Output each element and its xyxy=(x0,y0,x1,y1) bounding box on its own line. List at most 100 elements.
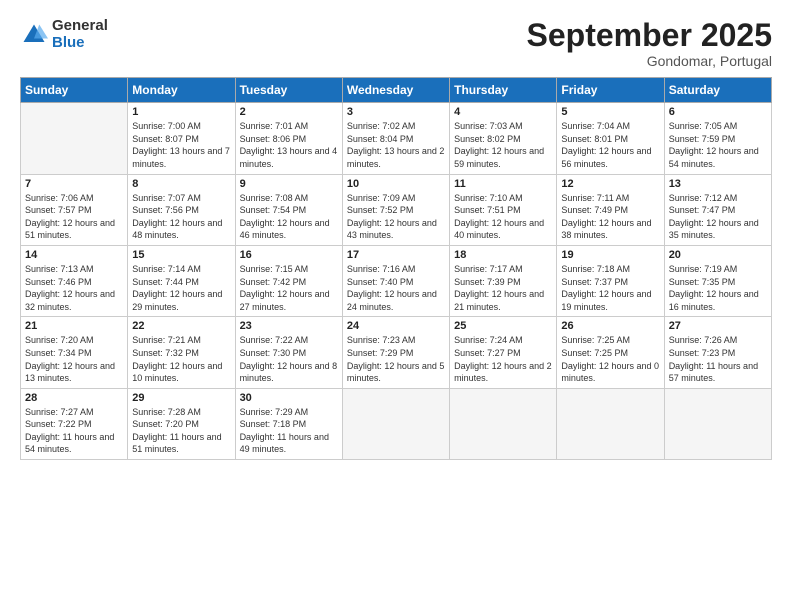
day-number: 22 xyxy=(132,320,230,332)
day-cell: 30Sunrise: 7:29 AMSunset: 7:18 PMDayligh… xyxy=(235,388,342,459)
day-info: Sunrise: 7:27 AMSunset: 7:22 PMDaylight:… xyxy=(25,406,123,456)
day-info: Sunrise: 7:20 AMSunset: 7:34 PMDaylight:… xyxy=(25,334,123,384)
day-number: 27 xyxy=(669,320,767,332)
day-info: Sunrise: 7:21 AMSunset: 7:32 PMDaylight:… xyxy=(132,334,230,384)
day-number: 16 xyxy=(240,249,338,261)
day-cell: 25 Sunrise: 7:24 AMSunset: 7:27 PMDayligh… xyxy=(450,317,557,388)
day-info: Sunrise: 7:10 AMSunset: 7:51 PMDaylight:… xyxy=(454,192,552,242)
day-cell xyxy=(342,388,449,459)
day-cell: 12Sunrise: 7:11 AMSunset: 7:49 PMDayligh… xyxy=(557,174,664,245)
logo-blue: Blue xyxy=(52,35,108,52)
day-number: 23 xyxy=(240,320,338,332)
day-info: Sunrise: 7:01 AMSunset: 8:06 PMDaylight:… xyxy=(240,120,338,170)
day-info: Sunrise: 7:17 AMSunset: 7:39 PMDaylight:… xyxy=(454,263,552,313)
header: General Blue September 2025 Gondomar, Po… xyxy=(20,18,772,69)
day-info: Sunrise: 7:22 AMSunset: 7:30 PMDaylight:… xyxy=(240,334,338,384)
week-row-2: 14 Sunrise: 7:13 AMSunset: 7:46 PMDayligh… xyxy=(21,245,772,316)
day-number: 15 xyxy=(132,249,230,261)
col-header-thursday: Thursday xyxy=(450,78,557,103)
col-header-friday: Friday xyxy=(557,78,664,103)
day-number: 17 xyxy=(347,249,445,261)
day-info: Sunrise: 7:12 AMSunset: 7:47 PMDaylight:… xyxy=(669,192,767,242)
day-cell: 29 Sunrise: 7:28 AMSunset: 7:20 PMDayligh… xyxy=(128,388,235,459)
day-info: Sunrise: 7:14 AMSunset: 7:44 PMDaylight:… xyxy=(132,263,230,313)
day-cell xyxy=(21,103,128,174)
day-info: Sunrise: 7:04 AMSunset: 8:01 PMDaylight:… xyxy=(561,120,659,170)
day-info: Sunrise: 7:05 AMSunset: 7:59 PMDaylight:… xyxy=(669,120,767,170)
logo-general: General xyxy=(52,18,108,35)
col-header-saturday: Saturday xyxy=(664,78,771,103)
calendar-header-row: SundayMondayTuesdayWednesdayThursdayFrid… xyxy=(21,78,772,103)
day-info: Sunrise: 7:19 AMSunset: 7:35 PMDaylight:… xyxy=(669,263,767,313)
logo-text: General Blue xyxy=(52,18,108,51)
day-number: 12 xyxy=(561,178,659,190)
day-info: Sunrise: 7:00 AMSunset: 8:07 PMDaylight:… xyxy=(132,120,230,170)
day-number: 28 xyxy=(25,392,123,404)
day-number: 13 xyxy=(669,178,767,190)
day-cell xyxy=(664,388,771,459)
day-cell: 17 Sunrise: 7:16 AMSunset: 7:40 PMDayligh… xyxy=(342,245,449,316)
day-number: 19 xyxy=(561,249,659,261)
day-number: 7 xyxy=(25,178,123,190)
logo: General Blue xyxy=(20,18,108,51)
day-cell: 20 Sunrise: 7:19 AMSunset: 7:35 PMDayligh… xyxy=(664,245,771,316)
day-cell: 10 Sunrise: 7:09 AMSunset: 7:52 PMDayligh… xyxy=(342,174,449,245)
day-cell: 7 Sunrise: 7:06 AMSunset: 7:57 PMDaylight… xyxy=(21,174,128,245)
day-cell: 22 Sunrise: 7:21 AMSunset: 7:32 PMDayligh… xyxy=(128,317,235,388)
day-cell: 24Sunrise: 7:23 AMSunset: 7:29 PMDayligh… xyxy=(342,317,449,388)
calendar: SundayMondayTuesdayWednesdayThursdayFrid… xyxy=(20,77,772,460)
day-number: 14 xyxy=(25,249,123,261)
day-info: Sunrise: 7:13 AMSunset: 7:46 PMDaylight:… xyxy=(25,263,123,313)
day-cell: 13 Sunrise: 7:12 AMSunset: 7:47 PMDayligh… xyxy=(664,174,771,245)
day-cell: 14 Sunrise: 7:13 AMSunset: 7:46 PMDayligh… xyxy=(21,245,128,316)
day-number: 25 xyxy=(454,320,552,332)
day-info: Sunrise: 7:07 AMSunset: 7:56 PMDaylight:… xyxy=(132,192,230,242)
day-info: Sunrise: 7:28 AMSunset: 7:20 PMDaylight:… xyxy=(132,406,230,456)
location: Gondomar, Portugal xyxy=(527,53,772,69)
day-cell: 2Sunrise: 7:01 AMSunset: 8:06 PMDaylight… xyxy=(235,103,342,174)
day-cell: 28 Sunrise: 7:27 AMSunset: 7:22 PMDayligh… xyxy=(21,388,128,459)
day-cell: 23 Sunrise: 7:22 AMSunset: 7:30 PMDayligh… xyxy=(235,317,342,388)
week-row-0: 1Sunrise: 7:00 AMSunset: 8:07 PMDaylight… xyxy=(21,103,772,174)
day-cell: 26 Sunrise: 7:25 AMSunset: 7:25 PMDayligh… xyxy=(557,317,664,388)
day-info: Sunrise: 7:03 AMSunset: 8:02 PMDaylight:… xyxy=(454,120,552,170)
day-info: Sunrise: 7:16 AMSunset: 7:40 PMDaylight:… xyxy=(347,263,445,313)
col-header-tuesday: Tuesday xyxy=(235,78,342,103)
day-cell: 4 Sunrise: 7:03 AMSunset: 8:02 PMDaylight… xyxy=(450,103,557,174)
day-number: 4 xyxy=(454,106,552,118)
logo-icon xyxy=(20,21,48,49)
day-info: Sunrise: 7:09 AMSunset: 7:52 PMDaylight:… xyxy=(347,192,445,242)
day-number: 10 xyxy=(347,178,445,190)
col-header-wednesday: Wednesday xyxy=(342,78,449,103)
month-title: September 2025 xyxy=(527,18,772,53)
day-number: 5 xyxy=(561,106,659,118)
week-row-3: 21 Sunrise: 7:20 AMSunset: 7:34 PMDayligh… xyxy=(21,317,772,388)
day-cell: 8Sunrise: 7:07 AMSunset: 7:56 PMDaylight… xyxy=(128,174,235,245)
day-info: Sunrise: 7:15 AMSunset: 7:42 PMDaylight:… xyxy=(240,263,338,313)
day-number: 18 xyxy=(454,249,552,261)
day-info: Sunrise: 7:08 AMSunset: 7:54 PMDaylight:… xyxy=(240,192,338,242)
day-info: Sunrise: 7:29 AMSunset: 7:18 PMDaylight:… xyxy=(240,406,338,456)
day-info: Sunrise: 7:06 AMSunset: 7:57 PMDaylight:… xyxy=(25,192,123,242)
week-row-1: 7 Sunrise: 7:06 AMSunset: 7:57 PMDaylight… xyxy=(21,174,772,245)
day-number: 3 xyxy=(347,106,445,118)
day-number: 26 xyxy=(561,320,659,332)
day-info: Sunrise: 7:26 AMSunset: 7:23 PMDaylight:… xyxy=(669,334,767,384)
day-cell: 6 Sunrise: 7:05 AMSunset: 7:59 PMDaylight… xyxy=(664,103,771,174)
day-number: 29 xyxy=(132,392,230,404)
day-info: Sunrise: 7:25 AMSunset: 7:25 PMDaylight:… xyxy=(561,334,659,384)
day-number: 20 xyxy=(669,249,767,261)
day-cell: 1Sunrise: 7:00 AMSunset: 8:07 PMDaylight… xyxy=(128,103,235,174)
day-info: Sunrise: 7:02 AMSunset: 8:04 PMDaylight:… xyxy=(347,120,445,170)
day-cell: 15 Sunrise: 7:14 AMSunset: 7:44 PMDayligh… xyxy=(128,245,235,316)
day-number: 6 xyxy=(669,106,767,118)
day-info: Sunrise: 7:24 AMSunset: 7:27 PMDaylight:… xyxy=(454,334,552,384)
day-cell: 3 Sunrise: 7:02 AMSunset: 8:04 PMDaylight… xyxy=(342,103,449,174)
day-number: 11 xyxy=(454,178,552,190)
day-cell: 5 Sunrise: 7:04 AMSunset: 8:01 PMDaylight… xyxy=(557,103,664,174)
day-cell: 16 Sunrise: 7:15 AMSunset: 7:42 PMDayligh… xyxy=(235,245,342,316)
day-number: 21 xyxy=(25,320,123,332)
day-cell: 11 Sunrise: 7:10 AMSunset: 7:51 PMDayligh… xyxy=(450,174,557,245)
page: General Blue September 2025 Gondomar, Po… xyxy=(0,0,792,612)
col-header-sunday: Sunday xyxy=(21,78,128,103)
